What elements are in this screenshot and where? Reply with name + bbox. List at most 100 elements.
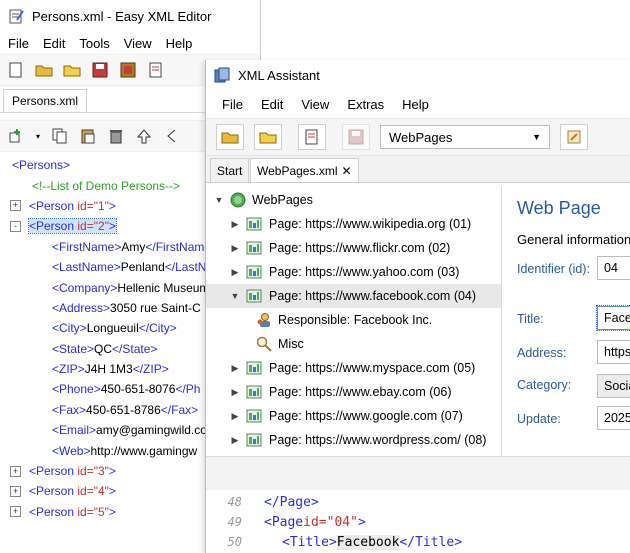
tree-root-webpages[interactable]: ▼ WebPages xyxy=(206,188,501,212)
move-up-icon[interactable] xyxy=(134,126,154,146)
tree-page-item[interactable]: ▶ Page: https://www.wordpress.com/ (08) xyxy=(206,428,501,452)
xml-tree-line[interactable]: <Fax>450-651-8786</Fax> xyxy=(0,400,220,420)
tree-page-item[interactable]: ▶ Page: https://www.wikipedia.org (01) xyxy=(206,212,501,236)
category-dropdown[interactable]: Socia xyxy=(597,374,630,398)
xml-tree-line[interactable]: <ZIP>J4H 1M3</ZIP> xyxy=(0,359,220,379)
xml-tree-line-content: <City>Longueuil</City> xyxy=(52,321,177,335)
tab-start[interactable]: Start xyxy=(210,158,250,183)
xml-token: <!--List of Demo Persons--> xyxy=(32,178,181,193)
collapse-arrow-icon[interactable]: ▼ xyxy=(212,195,226,205)
front-menu-extras[interactable]: Extras xyxy=(347,97,384,112)
xml-tree-line[interactable]: - <Person id="2"> xyxy=(0,216,220,236)
back-menu-help[interactable]: Help xyxy=(166,36,193,51)
page-icon xyxy=(246,289,262,303)
expand-icon[interactable]: + xyxy=(10,506,21,518)
collapse-arrow-icon[interactable]: ▼ xyxy=(228,291,242,301)
xml-tree-line[interactable]: + <Person id="5"> xyxy=(0,502,220,522)
expand-icon[interactable]: + xyxy=(10,200,21,212)
tree-page-item[interactable]: ▶ Page: https://www.google.com (07) xyxy=(206,404,501,428)
xml-tree-line[interactable]: <FirstName>Amy</FirstName> xyxy=(0,237,220,257)
save-button[interactable] xyxy=(342,124,370,150)
xml-tree-line[interactable]: <Email>amy@gamingwild.co xyxy=(0,420,220,440)
xml-tree-line[interactable]: <Address>3050 rue Saint-C xyxy=(0,298,220,318)
tree-item-label: Page: https://www.facebook.com (04) xyxy=(269,289,477,303)
folder-button[interactable] xyxy=(254,124,282,150)
xml-token: 450-651-8076 xyxy=(100,382,176,397)
xml-tree-line[interactable]: <LastName>Penland</LastName> xyxy=(0,257,237,277)
open-folder-icon xyxy=(221,132,239,144)
identifier-label: Identifier (id): xyxy=(517,262,590,276)
front-menubar: File Edit View Extras Help xyxy=(206,90,630,118)
save-icon[interactable] xyxy=(90,60,110,80)
xml-tree-line-content: <Fax>450-651-8786</Fax> xyxy=(52,403,198,417)
save-all-icon[interactable] xyxy=(118,60,138,80)
front-menu-edit[interactable]: Edit xyxy=(261,97,283,112)
open-folder-button[interactable] xyxy=(216,124,244,150)
xml-tree-line[interactable]: <Persons> xyxy=(0,155,220,175)
back-menu-file[interactable]: File xyxy=(8,36,29,51)
front-menu-file[interactable]: File xyxy=(222,97,243,112)
move-left-icon[interactable] xyxy=(162,126,182,146)
expand-icon[interactable]: + xyxy=(10,465,21,477)
open-folder-icon[interactable] xyxy=(34,60,54,80)
address-field[interactable]: https xyxy=(597,340,630,364)
document-icon[interactable] xyxy=(146,60,166,80)
title-field[interactable]: Face xyxy=(596,305,630,331)
expand-arrow-icon[interactable]: ▶ xyxy=(228,435,242,446)
edit-button[interactable] xyxy=(560,124,588,150)
xml-token: id="5" xyxy=(77,504,109,519)
tree-page-item[interactable]: ▼ Page: https://www.facebook.com (04) xyxy=(206,284,501,308)
page-icon xyxy=(246,217,262,231)
front-menu-view[interactable]: View xyxy=(301,97,329,112)
tab-webpages-xml[interactable]: WebPages.xml ✕ xyxy=(250,158,359,183)
tree-child-item[interactable]: Misc xyxy=(206,332,551,356)
new-file-icon[interactable] xyxy=(6,60,26,80)
back-menu-edit[interactable]: Edit xyxy=(43,36,65,51)
tree-page-item[interactable]: ▶ Page: https://www.ebay.com (06) xyxy=(206,380,501,404)
xml-assistant-window: XML Assistant File Edit View Extras Help… xyxy=(205,60,630,553)
back-menu-view[interactable]: View xyxy=(124,36,152,51)
collapse-icon[interactable]: - xyxy=(10,220,21,232)
add-node-icon[interactable] xyxy=(6,126,26,146)
back-menu-tools[interactable]: Tools xyxy=(79,36,109,51)
tree-page-item[interactable]: ▶ Page: https://www.yahoo.com (03) xyxy=(206,260,501,284)
xml-tree-line[interactable]: <!--List of Demo Persons--> xyxy=(0,175,220,195)
xml-tree-line[interactable]: <State>QC</State> xyxy=(0,339,220,359)
close-tab-icon[interactable]: ✕ xyxy=(341,164,351,178)
xml-tree-line[interactable]: <Web>http://www.gamingw xyxy=(0,440,220,460)
back-window-title: Persons.xml - Easy XML Editor xyxy=(32,8,212,24)
xml-tree-line[interactable]: <Phone>450-651-8076</Ph xyxy=(0,379,220,399)
delete-icon[interactable] xyxy=(106,126,126,146)
expand-arrow-icon[interactable]: ▶ xyxy=(228,411,242,422)
webpages-tree: ▼ WebPages ▶ Page: https://www.wikipedia.… xyxy=(206,186,502,456)
xml-tree-line[interactable]: <Company>Hellenic Museum xyxy=(0,277,220,297)
code-line: 49 <Page id="04" > xyxy=(206,512,366,532)
tab-persons-xml[interactable]: Persons.xml xyxy=(3,89,88,112)
xml-tree-line[interactable]: + <Person id="3"> xyxy=(0,461,220,481)
tree-child-item[interactable]: Responsible: Facebook Inc. xyxy=(206,308,551,332)
expand-arrow-icon[interactable]: ▶ xyxy=(228,363,242,374)
xml-token: <Address> xyxy=(52,300,111,315)
xml-tree-line[interactable]: + <Person id="1"> xyxy=(0,196,220,216)
xml-code-editor[interactable]: 48 </Page> 49 <Page id="04" >50 <Title> Facebo… xyxy=(206,490,630,553)
status-strip xyxy=(206,456,630,492)
copy-icon[interactable] xyxy=(50,126,70,146)
xml-tree-line[interactable]: <City>Longueuil</City> xyxy=(0,318,220,338)
tree-page-item[interactable]: ▶ Page: https://www.myspace.com (05) xyxy=(206,356,501,380)
tree-page-item[interactable]: ▶ Page: https://www.flickr.com (02) xyxy=(206,236,501,260)
expand-arrow-icon[interactable]: ▶ xyxy=(228,267,242,278)
webpages-dropdown[interactable]: WebPages ▼ xyxy=(380,125,550,149)
update-field[interactable]: 2025 xyxy=(597,406,630,430)
dropdown-arrow-icon[interactable]: ▾ xyxy=(34,126,42,146)
identifier-field[interactable]: 04 xyxy=(597,256,630,280)
expand-icon[interactable]: + xyxy=(10,485,21,497)
expand-arrow-icon[interactable]: ▶ xyxy=(228,387,242,398)
front-menu-help[interactable]: Help xyxy=(402,97,429,112)
xml-tree-line[interactable]: + <Person id="4"> xyxy=(0,481,220,501)
document-button[interactable] xyxy=(298,124,326,150)
expand-arrow-icon[interactable]: ▶ xyxy=(228,243,242,254)
folder-icon[interactable] xyxy=(62,60,82,80)
paste-icon[interactable] xyxy=(78,126,98,146)
expand-arrow-icon[interactable]: ▶ xyxy=(228,219,242,230)
detail-panel: Web Page General information Identifier … xyxy=(503,186,630,456)
